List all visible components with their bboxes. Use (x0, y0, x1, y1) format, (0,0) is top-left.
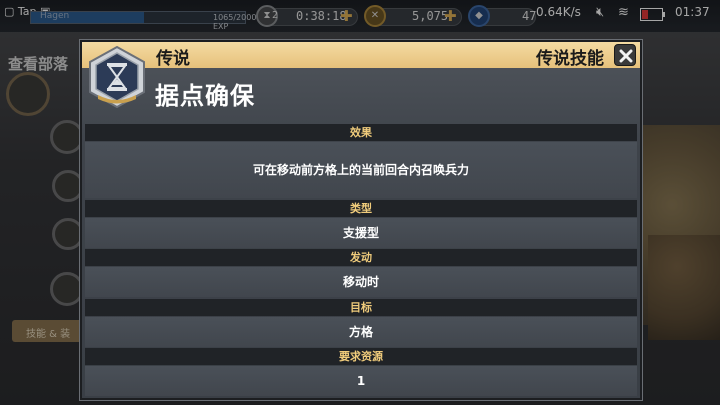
section-value-type: 支援型 (85, 218, 637, 248)
skill-emblem (86, 45, 148, 109)
skill-type-title: 传说技能 (536, 49, 604, 69)
section-label-target: 目标 (85, 299, 637, 316)
section-label-effect: 效果 (85, 124, 637, 141)
close-button[interactable] (614, 44, 636, 66)
dialog-header: 传说 传说技能 (82, 42, 640, 69)
section-label-trigger: 发动 (85, 249, 637, 266)
section-value-effect: 可在移动前方格上的当前回合内召唤兵力 (85, 142, 637, 198)
skill-name: 据点确保 (155, 82, 255, 110)
section-value-trigger: 移动时 (85, 267, 637, 297)
skill-rarity: 传说 (156, 49, 190, 69)
section-value-resource: 1 (85, 366, 637, 396)
section-label-type: 类型 (85, 200, 637, 217)
section-value-target: 方格 (85, 317, 637, 347)
section-label-resource: 要求资源 (85, 348, 637, 365)
close-icon (619, 49, 633, 63)
skill-detail-dialog: 传说 传说技能 据点确保 效果 可在移动前方格上的当前回合内召唤兵力 类型 支援… (80, 40, 642, 400)
